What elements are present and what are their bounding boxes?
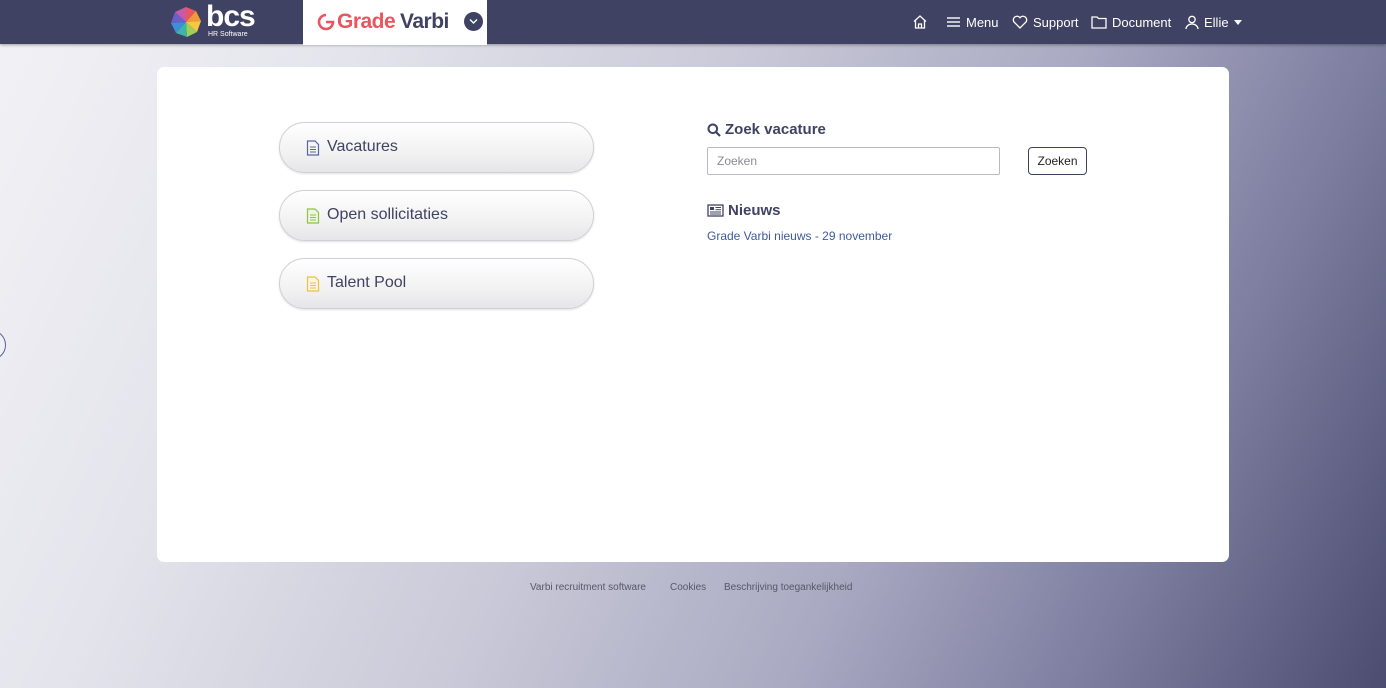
search-heading-label: Zoek vacature <box>725 121 826 138</box>
open-sollicitaties-button[interactable]: Open sollicitaties <box>279 190 594 241</box>
nav-menu[interactable]: Menu <box>946 0 999 44</box>
news-heading-label: Nieuws <box>728 202 781 219</box>
nav-user-menu[interactable]: Ellie <box>1185 0 1242 44</box>
search-heading: Zoek vacature <box>707 121 826 138</box>
product-dropdown-button[interactable] <box>464 12 483 31</box>
nav-support-label: Support <box>1033 14 1079 30</box>
search-icon <box>707 123 721 137</box>
search-button[interactable]: Zoeken <box>1028 147 1087 175</box>
footer-link-varbi[interactable]: Varbi recruitment software <box>530 582 646 593</box>
nav-home[interactable] <box>912 0 933 44</box>
side-panel-toggle[interactable] <box>0 330 6 360</box>
bcs-logo-mark-icon <box>171 7 201 37</box>
folder-icon <box>1091 16 1107 29</box>
product-name-grade: Grade <box>337 10 396 33</box>
footer-link-cookies[interactable]: Cookies <box>670 582 706 593</box>
hamburger-icon <box>947 17 960 27</box>
talent-pool-label: Talent Pool <box>327 274 407 291</box>
product-name-varbi: Varbi <box>400 10 449 33</box>
product-switcher[interactable]: Grade Varbi <box>303 0 487 45</box>
document-icon <box>306 140 320 156</box>
nav-document-label: Document <box>1112 14 1172 30</box>
nav-document[interactable]: Document <box>1091 0 1171 44</box>
search-input[interactable] <box>707 147 1000 175</box>
grade-logo-icon <box>317 13 335 31</box>
document-icon <box>306 208 320 224</box>
bcs-brand-text: bcs <box>206 0 256 33</box>
nav-user-label: Ellie <box>1204 14 1229 30</box>
vacatures-label: Vacatures <box>327 138 398 155</box>
open-sollicitaties-label: Open sollicitaties <box>327 206 448 223</box>
top-bar: bcs HR Software Grade Varbi Menu Support… <box>0 0 1386 45</box>
news-item-link[interactable]: Grade Varbi nieuws - 29 november <box>707 229 892 243</box>
chevron-down-icon <box>469 19 478 24</box>
document-icon <box>306 276 320 292</box>
heart-icon <box>1012 15 1028 29</box>
news-heading: Nieuws <box>707 202 781 219</box>
caret-down-icon <box>1233 19 1242 25</box>
nav-menu-label: Menu <box>966 14 999 30</box>
home-icon <box>913 15 927 29</box>
user-icon <box>1185 15 1199 29</box>
footer-link-accessibility[interactable]: Beschrijving toegankelijkheid <box>724 582 852 593</box>
bcs-logo[interactable]: bcs HR Software <box>170 2 256 41</box>
vacatures-button[interactable]: Vacatures <box>279 122 594 173</box>
bcs-brand-subtitle: HR Software <box>208 31 248 38</box>
talent-pool-button[interactable]: Talent Pool <box>279 258 594 309</box>
main-card: Vacatures Open sollicitaties Talent Pool… <box>157 67 1229 562</box>
newspaper-icon <box>707 204 724 217</box>
nav-support[interactable]: Support <box>1012 0 1079 44</box>
